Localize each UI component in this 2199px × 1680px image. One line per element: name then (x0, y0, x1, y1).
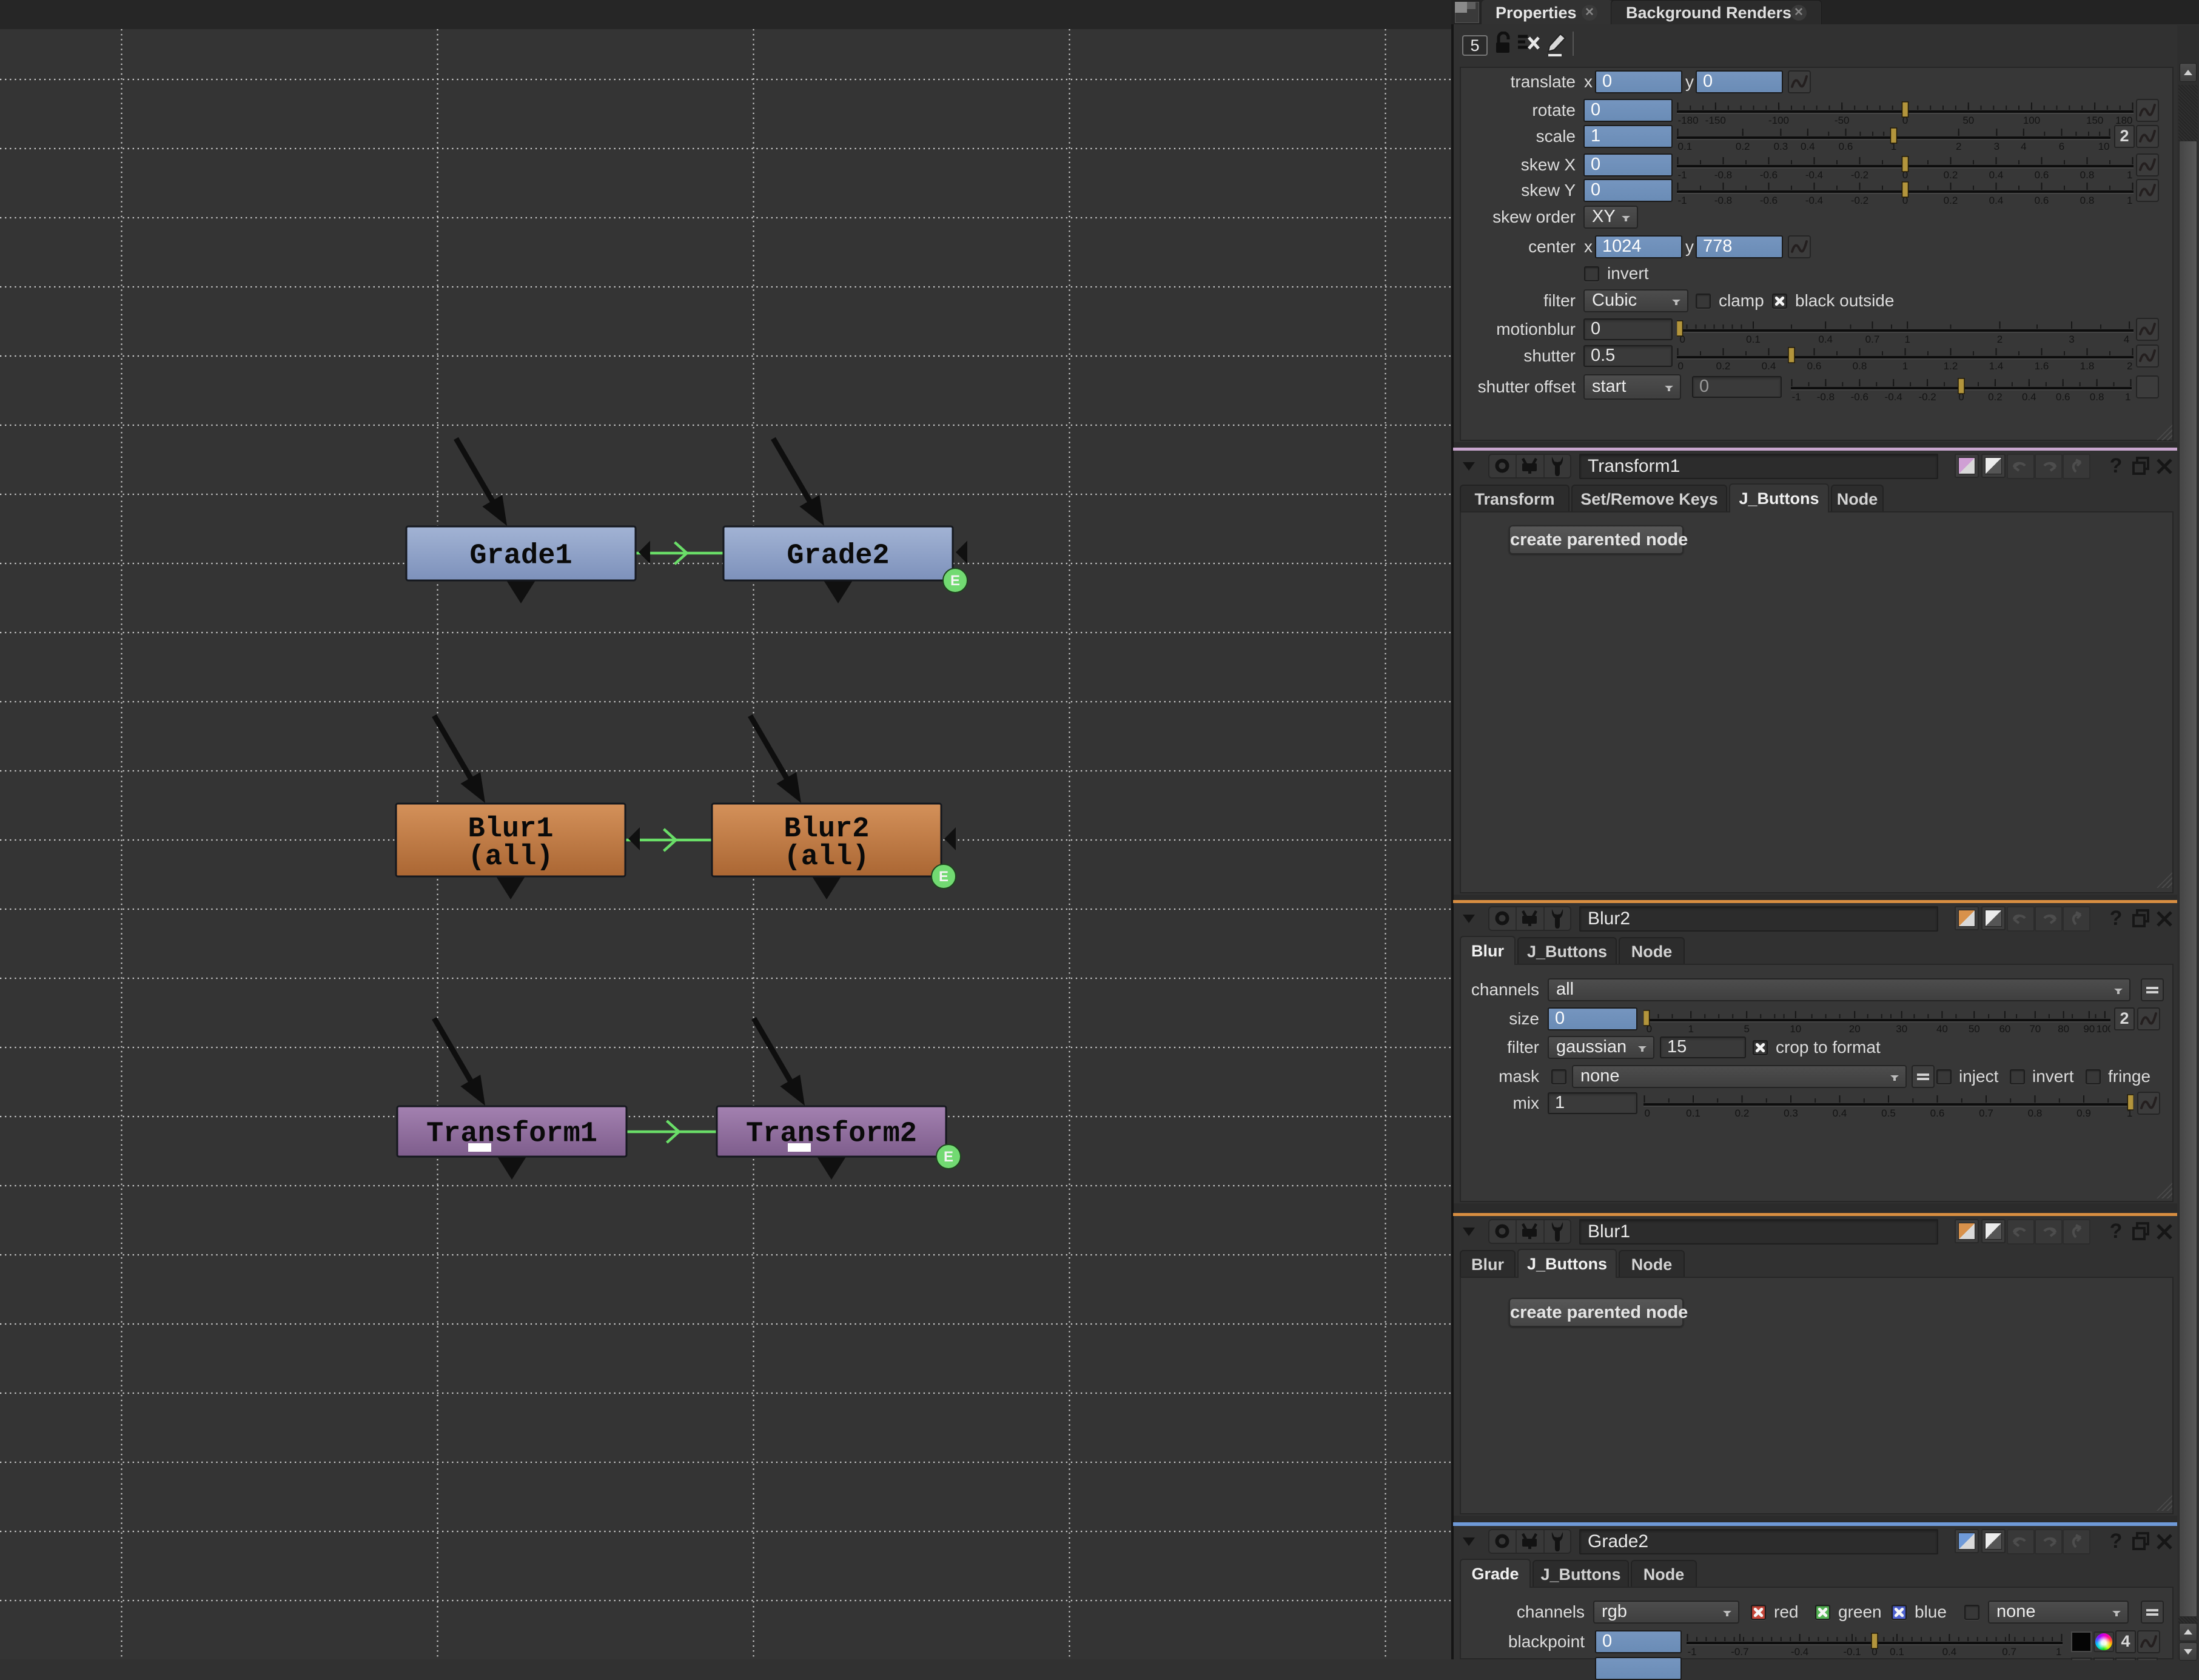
svg-text:(all): (all) (784, 841, 869, 873)
svg-text:50: 50 (1969, 1023, 1980, 1035)
svg-text:0.2: 0.2 (1716, 360, 1731, 372)
svg-text:0.8: 0.8 (1853, 360, 1867, 372)
svg-text:40: 40 (1936, 1023, 1948, 1035)
svg-text:0.6: 0.6 (2056, 391, 2070, 403)
svg-text:0.7: 0.7 (1979, 1107, 1993, 1119)
svg-text:0.4: 0.4 (2022, 391, 2036, 403)
svg-text:0.4: 0.4 (1989, 195, 2004, 206)
svg-text:Transform2: Transform2 (746, 1118, 917, 1151)
svg-text:E: E (944, 1149, 953, 1165)
svg-text:-1: -1 (1792, 391, 1801, 403)
svg-text:1: 1 (2056, 1646, 2061, 1658)
svg-text:20: 20 (1849, 1023, 1861, 1035)
svg-text:90: 90 (2083, 1023, 2095, 1035)
svg-text:-0.8: -0.8 (1714, 195, 1732, 206)
svg-text:0.3: 0.3 (1774, 141, 1788, 152)
svg-text:-0.7: -0.7 (1731, 1646, 1748, 1658)
svg-text:-1: -1 (1688, 1646, 1697, 1658)
svg-text:100: 100 (2097, 1023, 2110, 1035)
svg-text:0.4: 0.4 (1762, 360, 1776, 372)
svg-text:0.6: 0.6 (1930, 1107, 1945, 1119)
svg-text:1: 1 (1902, 360, 1908, 372)
svg-text:0: 0 (1678, 360, 1684, 372)
svg-text:0.7: 0.7 (2002, 1646, 2016, 1658)
svg-text:-0.8: -0.8 (1817, 391, 1835, 403)
svg-text:10: 10 (1790, 1023, 1801, 1035)
svg-text:0.4: 0.4 (1833, 1107, 1847, 1119)
svg-text:2: 2 (1956, 141, 1961, 152)
svg-text:0.1: 0.1 (1890, 1646, 1904, 1658)
svg-text:0.3: 0.3 (1784, 1107, 1798, 1119)
svg-text:E: E (939, 869, 948, 885)
svg-text:-0.4: -0.4 (1885, 391, 1902, 403)
svg-text:-0.6: -0.6 (1760, 195, 1778, 206)
svg-text:1.8: 1.8 (2080, 360, 2095, 372)
svg-text:0.4: 0.4 (1801, 141, 1815, 152)
svg-text:1.6: 1.6 (2035, 360, 2049, 372)
svg-text:10: 10 (2098, 141, 2110, 152)
svg-text:30: 30 (1896, 1023, 1907, 1035)
svg-text:0.2: 0.2 (1988, 391, 2003, 403)
svg-text:0.4: 0.4 (1942, 1646, 1957, 1658)
svg-text:0.6: 0.6 (1839, 141, 1853, 152)
svg-text:60: 60 (1999, 1023, 2010, 1035)
svg-text:4: 4 (2021, 141, 2026, 152)
svg-text:0.8: 0.8 (2028, 1107, 2043, 1119)
svg-text:0.2: 0.2 (1736, 141, 1750, 152)
svg-text:0.5: 0.5 (1881, 1107, 1896, 1119)
svg-text:-0.6: -0.6 (1851, 391, 1868, 403)
svg-text:0.9: 0.9 (2076, 1107, 2091, 1119)
svg-text:0: 0 (1645, 1107, 1650, 1119)
svg-text:0.6: 0.6 (2035, 195, 2049, 206)
svg-text:(all): (all) (468, 841, 553, 873)
svg-text:80: 80 (2058, 1023, 2069, 1035)
svg-text:Transform1: Transform1 (426, 1118, 597, 1151)
svg-text:0.1: 0.1 (1686, 1107, 1700, 1119)
svg-text:70: 70 (2029, 1023, 2041, 1035)
svg-text:0.2: 0.2 (1735, 1107, 1750, 1119)
svg-text:0.8: 0.8 (2090, 391, 2104, 403)
svg-text:3: 3 (1994, 141, 1999, 152)
svg-text:1.4: 1.4 (1989, 360, 2004, 372)
svg-text:0.2: 0.2 (1944, 195, 1958, 206)
svg-text:1: 1 (2125, 391, 2130, 403)
svg-text:-0.1: -0.1 (1843, 1646, 1861, 1658)
svg-text:6: 6 (2059, 141, 2064, 152)
svg-text:1: 1 (2127, 195, 2132, 206)
svg-text:0.6: 0.6 (1807, 360, 1822, 372)
svg-text:-0.2: -0.2 (1918, 391, 1936, 403)
svg-text:-0.2: -0.2 (1851, 195, 1868, 206)
svg-text:E: E (950, 573, 960, 589)
svg-text:Grade2: Grade2 (787, 540, 889, 573)
svg-text:0.1: 0.1 (1678, 141, 1693, 152)
svg-text:-0.4: -0.4 (1791, 1646, 1808, 1658)
svg-text:5: 5 (1744, 1023, 1749, 1035)
svg-text:-1: -1 (1678, 195, 1687, 206)
svg-text:-0.4: -0.4 (1805, 195, 1823, 206)
svg-text:0.8: 0.8 (2080, 195, 2095, 206)
svg-text:Grade1: Grade1 (469, 540, 572, 573)
svg-text:2: 2 (2127, 360, 2132, 372)
svg-text:1: 1 (1688, 1023, 1693, 1035)
svg-text:1.2: 1.2 (1944, 360, 1958, 372)
